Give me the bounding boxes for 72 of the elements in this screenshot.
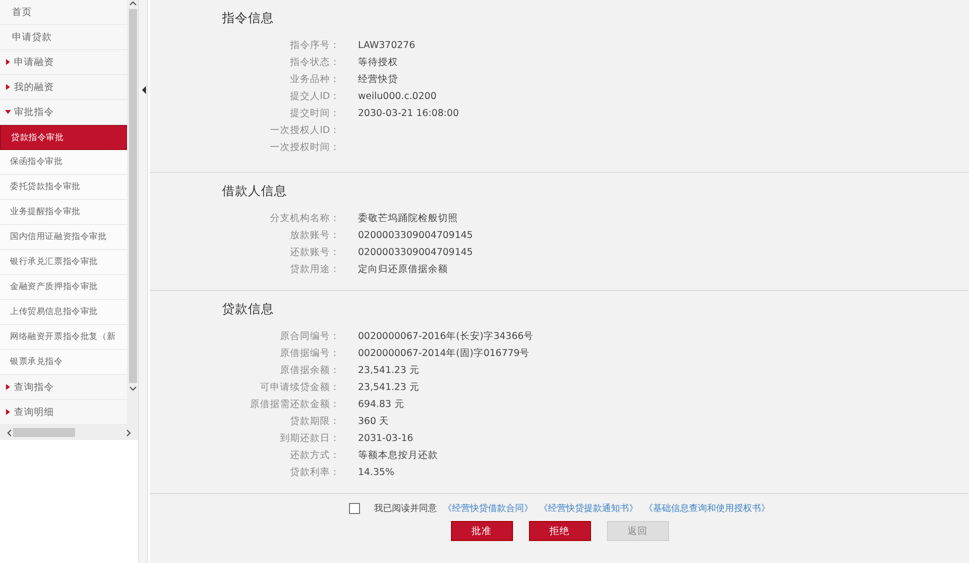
field-value: 23,541.23 元 <box>358 364 420 377</box>
menu-item[interactable]: 金融资产质押指令审批 <box>0 275 127 300</box>
field-value: 定向归还原借据余额 <box>358 263 449 276</box>
field-value: weilu000.c.0200 <box>358 90 438 103</box>
scroll-left-icon <box>6 428 13 436</box>
field-label: 可申请续贷金额： <box>259 381 340 394</box>
field-label: 到期还款日： <box>279 432 340 445</box>
menu-item[interactable]: 贷款指令审批 <box>0 125 127 150</box>
menu-item[interactable]: 查询明细 <box>0 400 127 425</box>
section-title: 指令信息 <box>222 10 275 27</box>
menu-item[interactable]: 申请融资 <box>0 50 127 75</box>
menu-item[interactable]: 网络融资开票指令批复（新 <box>0 325 127 350</box>
action-button[interactable]: 批准 <box>450 521 512 541</box>
field-label: 一次授权人ID： <box>268 124 340 137</box>
field-value: 等额本息按月还款 <box>358 449 439 462</box>
scroll-down-icon <box>128 385 136 392</box>
menu-item[interactable]: 审批指令 <box>0 100 127 125</box>
field-value: 等待授权 <box>358 56 399 69</box>
field-label: 原借据编号： <box>279 347 340 360</box>
field-label: 贷款期限： <box>289 415 340 428</box>
field-label: 原借据余额： <box>279 364 340 377</box>
agreement-text: 我已阅读并同意 <box>374 502 437 515</box>
menu-item[interactable]: 申请贷款 <box>0 25 127 50</box>
field-value: 0200003309004709145 <box>358 246 474 259</box>
field-value: 委敬芒坞踊院检般切照 <box>358 212 459 225</box>
field-label: 还款方式： <box>289 449 340 462</box>
menu-item[interactable]: 保函指令审批 <box>0 150 127 175</box>
field-value: 0020000067-2016年(长安)字34366号 <box>358 330 535 343</box>
field-label: 还款账号： <box>289 246 340 259</box>
agree-checkbox[interactable] <box>349 503 360 514</box>
field-value: LAW370276 <box>358 39 416 52</box>
field-value: 经营快贷 <box>358 73 399 86</box>
field-label: 贷款利率： <box>289 466 340 479</box>
field-value: 360 天 <box>358 415 390 428</box>
menu-item[interactable]: 银行承兑汇票指令审批 <box>0 250 127 275</box>
menu-item[interactable]: 银票承兑指令 <box>0 350 127 375</box>
field-value: 0200003309004709145 <box>358 229 474 242</box>
menu-item[interactable]: 上传贸易信息指令审批 <box>0 300 127 325</box>
scrollbar-thumb[interactable] <box>128 9 136 383</box>
field-value: 2030-03-21 16:08:00 <box>358 107 460 120</box>
scroll-right-icon <box>125 428 132 436</box>
field-label: 贷款用途： <box>289 263 340 276</box>
action-button[interactable]: 拒绝 <box>528 521 590 541</box>
field-label: 提交时间： <box>289 107 340 120</box>
field-label: 放款账号： <box>289 229 340 242</box>
field-value: 14.35% <box>358 466 396 479</box>
field-label: 指令序号： <box>289 39 340 52</box>
menu-item[interactable]: 业务提醒指令审批 <box>0 200 127 225</box>
field-label: 一次授权时间： <box>269 141 340 154</box>
menu-item[interactable]: 我的融资 <box>0 75 127 100</box>
menu-item[interactable]: 委托贷款指令审批 <box>0 175 127 200</box>
field-value: 2031-03-16 <box>358 432 414 445</box>
menu-item[interactable]: 国内信用证融资指令审批 <box>0 225 127 250</box>
field-label: 提交人ID： <box>288 90 340 103</box>
document-link[interactable]: 《经营快贷提款通知书》 <box>539 502 638 515</box>
menu-item[interactable]: 查询指令 <box>0 375 127 400</box>
section-title: 贷款信息 <box>222 301 275 318</box>
field-value: 0020000067-2014年(固)字016779号 <box>358 347 531 360</box>
document-link[interactable]: 《经营快贷借款合同》 <box>443 502 533 515</box>
menu-item[interactable]: 首页 <box>0 0 127 25</box>
scroll-up-icon <box>128 0 136 7</box>
field-label: 原合同编号： <box>279 330 340 343</box>
field-label: 原借据需还款金额： <box>249 398 340 411</box>
field-label: 分支机构名称： <box>269 212 340 225</box>
section-title: 借款人信息 <box>222 183 288 200</box>
scrollbar-thumb[interactable] <box>13 428 75 437</box>
field-value: 694.83 元 <box>358 398 406 411</box>
document-link[interactable]: 《基础信息查询和使用授权书》 <box>644 502 770 515</box>
field-value: 23,541.23 元 <box>358 381 420 394</box>
field-label: 业务品种： <box>289 73 340 86</box>
field-label: 指令状态： <box>289 56 340 69</box>
collapse-arrow-icon <box>141 86 147 94</box>
